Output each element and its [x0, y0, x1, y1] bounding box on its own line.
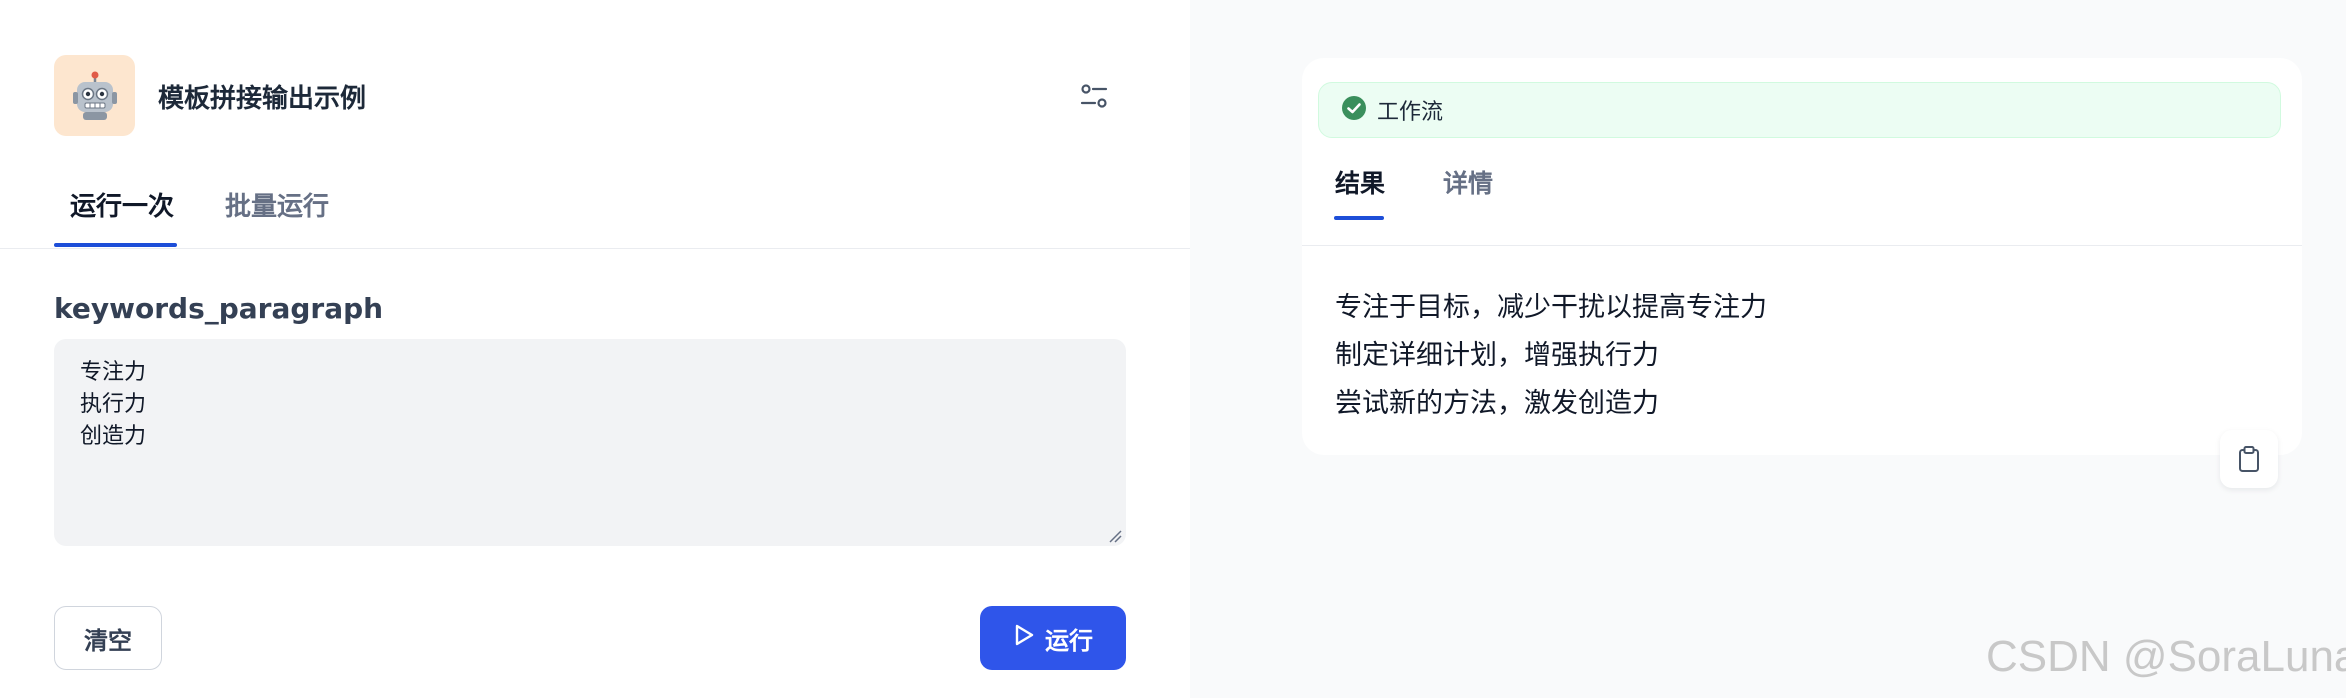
- run-button[interactable]: 运行: [980, 606, 1126, 670]
- run-panel: 模板拼接输出示例 运行一次 批量运行 keywords_paragraph 专注…: [0, 0, 1190, 698]
- active-tab-indicator: [54, 243, 177, 247]
- workflow-label: 工作流: [1377, 100, 1444, 125]
- result-tabs-divider: [1302, 245, 2302, 246]
- active-tab-indicator: [1334, 216, 1384, 220]
- result-line: 专注于目标，减少干扰以提高专注力: [1335, 292, 1767, 323]
- play-icon: [1013, 623, 1035, 653]
- keywords-textarea[interactable]: 专注力 执行力 创造力: [54, 339, 1126, 546]
- watermark: CSDN @SoraLuna: [1986, 632, 2346, 681]
- check-circle-icon: [1341, 95, 1367, 125]
- tab-run-once[interactable]: 运行一次: [70, 186, 174, 223]
- workflow-status-banner[interactable]: 工作流: [1318, 82, 2281, 138]
- app-title: 模板拼接输出示例: [158, 84, 367, 114]
- tab-batch-run[interactable]: 批量运行: [225, 186, 329, 223]
- result-line: 制定详细计划，增强执行力: [1335, 340, 1659, 371]
- settings-sliders-icon[interactable]: [1076, 78, 1112, 114]
- result-line: 尝试新的方法，激发创造力: [1335, 388, 1659, 419]
- run-button-label: 运行: [1045, 626, 1093, 655]
- tabs-divider: [0, 248, 1190, 249]
- result-card: 工作流 结果 详情 专注于目标，减少干扰以提高专注力 制定详细计划，增强执行力 …: [1302, 58, 2302, 455]
- clipboard-icon[interactable]: [2220, 430, 2278, 488]
- result-panel: 工作流 结果 详情 专注于目标，减少干扰以提高专注力 制定详细计划，增强执行力 …: [1190, 0, 2346, 698]
- clear-button[interactable]: 清空: [54, 606, 162, 670]
- tab-result[interactable]: 结果: [1335, 164, 1385, 200]
- result-output: 专注于目标，减少干扰以提高专注力 制定详细计划，增强执行力 尝试新的方法，激发创…: [1335, 284, 1767, 428]
- resize-handle-icon[interactable]: [1108, 528, 1122, 543]
- keywords-field-label: keywords_paragraph: [54, 292, 384, 325]
- robot-icon: [54, 55, 135, 136]
- tab-detail[interactable]: 详情: [1443, 164, 1493, 200]
